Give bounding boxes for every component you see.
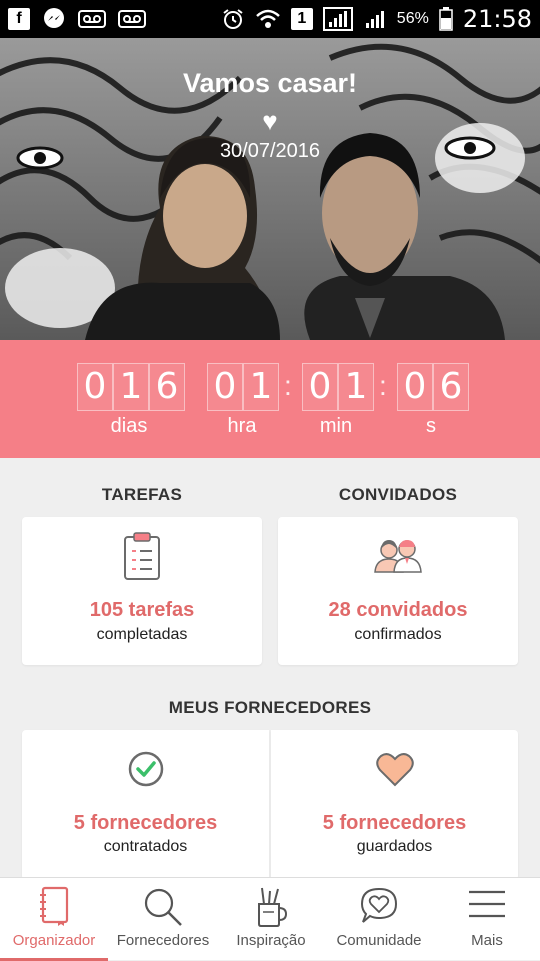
- countdown-days-digit: 1: [113, 363, 149, 411]
- guests-confirmed-count: 28 convidados: [328, 599, 468, 621]
- countdown-separator: :: [284, 370, 292, 401]
- vendors-saved-card[interactable]: 5 fornecedores guardados: [271, 730, 518, 880]
- countdown-days-label: dias: [110, 415, 148, 437]
- voicemail-icon: [118, 8, 146, 30]
- signal-icon: [322, 7, 353, 31]
- guests-couple-icon: [372, 537, 424, 578]
- countdown-days-digit: 6: [149, 363, 185, 411]
- couple-headline: Vamos casar!: [182, 68, 358, 98]
- countdown-seconds-label: s: [426, 415, 436, 437]
- status-bar-notifications: f: [8, 8, 146, 30]
- sim-slot-icon: 1: [290, 8, 313, 30]
- status-bar-system: 1 56% 21:58: [221, 5, 532, 33]
- heart-icon: [375, 752, 415, 793]
- wedding-countdown: 0 1 6 0 1 : 0 1 : 0 6 dias hra min s: [0, 340, 540, 458]
- search-icon: [142, 886, 184, 933]
- signal-icon: [363, 8, 387, 30]
- wifi-icon: [255, 8, 281, 30]
- tasks-completed-label: completadas: [96, 626, 188, 643]
- couple-cover-photo[interactable]: Vamos casar! ♥ 30/07/2016: [0, 38, 540, 340]
- nav-fornecedores[interactable]: Fornecedores: [108, 878, 218, 961]
- tasks-section-title: TAREFAS: [101, 485, 183, 504]
- countdown-hours-label: hra: [227, 415, 257, 437]
- battery-icon: [439, 7, 453, 31]
- vendors-hired-card[interactable]: 5 fornecedores contratados: [22, 730, 269, 880]
- heart-icon: ♥: [262, 106, 278, 136]
- guests-card[interactable]: 28 convidados confirmados: [278, 517, 518, 665]
- tasks-card[interactable]: 105 tarefas completadas: [22, 517, 262, 665]
- nav-comunidade[interactable]: Comunidade: [324, 878, 434, 961]
- vendors-saved-count: 5 fornecedores: [322, 812, 467, 834]
- menu-icon: [467, 886, 507, 927]
- vendors-saved-label: guardados: [356, 838, 433, 855]
- nav-label: Comunidade: [336, 932, 422, 949]
- countdown-hours-digit: 1: [243, 363, 279, 411]
- countdown-hours-digit: 0: [207, 363, 243, 411]
- nav-label: Mais: [471, 932, 503, 949]
- nav-label: Inspiração: [236, 932, 306, 949]
- nav-mais[interactable]: Mais: [434, 878, 540, 961]
- status-bar: f 1 56% 21:58: [0, 0, 540, 38]
- chat-heart-icon: [359, 886, 399, 931]
- vendors-section-title: MEUS FORNECEDORES: [168, 698, 372, 717]
- vendors-hired-label: contratados: [103, 838, 188, 855]
- countdown-minutes-label: min: [319, 415, 353, 437]
- countdown-minutes-digit: 0: [302, 363, 338, 411]
- countdown-separator: :: [379, 370, 387, 401]
- countdown-days-digit: 0: [77, 363, 113, 411]
- voicemail-icon: [78, 8, 106, 30]
- countdown-seconds-digit: 6: [433, 363, 469, 411]
- guests-confirmed-label: confirmados: [354, 626, 442, 643]
- vendors-hired-count: 5 fornecedores: [73, 812, 218, 834]
- alarm-icon: [221, 8, 245, 30]
- nav-inspiracao[interactable]: Inspiração: [218, 878, 324, 961]
- nav-label: Organizador: [12, 932, 96, 949]
- clipboard-checklist-icon: [122, 531, 162, 586]
- tasks-completed-count: 105 tarefas: [89, 599, 195, 621]
- countdown-minutes-digit: 1: [338, 363, 374, 411]
- bottom-navigation: Organizador Fornecedores Inspiração Comu…: [0, 877, 540, 961]
- check-circle-icon: [127, 750, 165, 793]
- clock-time: 21:58: [462, 5, 532, 33]
- nav-label: Fornecedores: [116, 932, 210, 949]
- pencil-cup-icon: [254, 886, 288, 933]
- battery-percent: 56%: [396, 10, 429, 27]
- guests-section-title: CONVIDADOS: [338, 485, 458, 504]
- countdown-seconds-digit: 0: [397, 363, 433, 411]
- notebook-icon: [38, 886, 70, 931]
- wedding-date: 30/07/2016: [219, 140, 321, 162]
- facebook-icon: f: [8, 8, 30, 30]
- nav-organizador[interactable]: Organizador: [0, 878, 108, 961]
- messenger-icon: [42, 8, 66, 30]
